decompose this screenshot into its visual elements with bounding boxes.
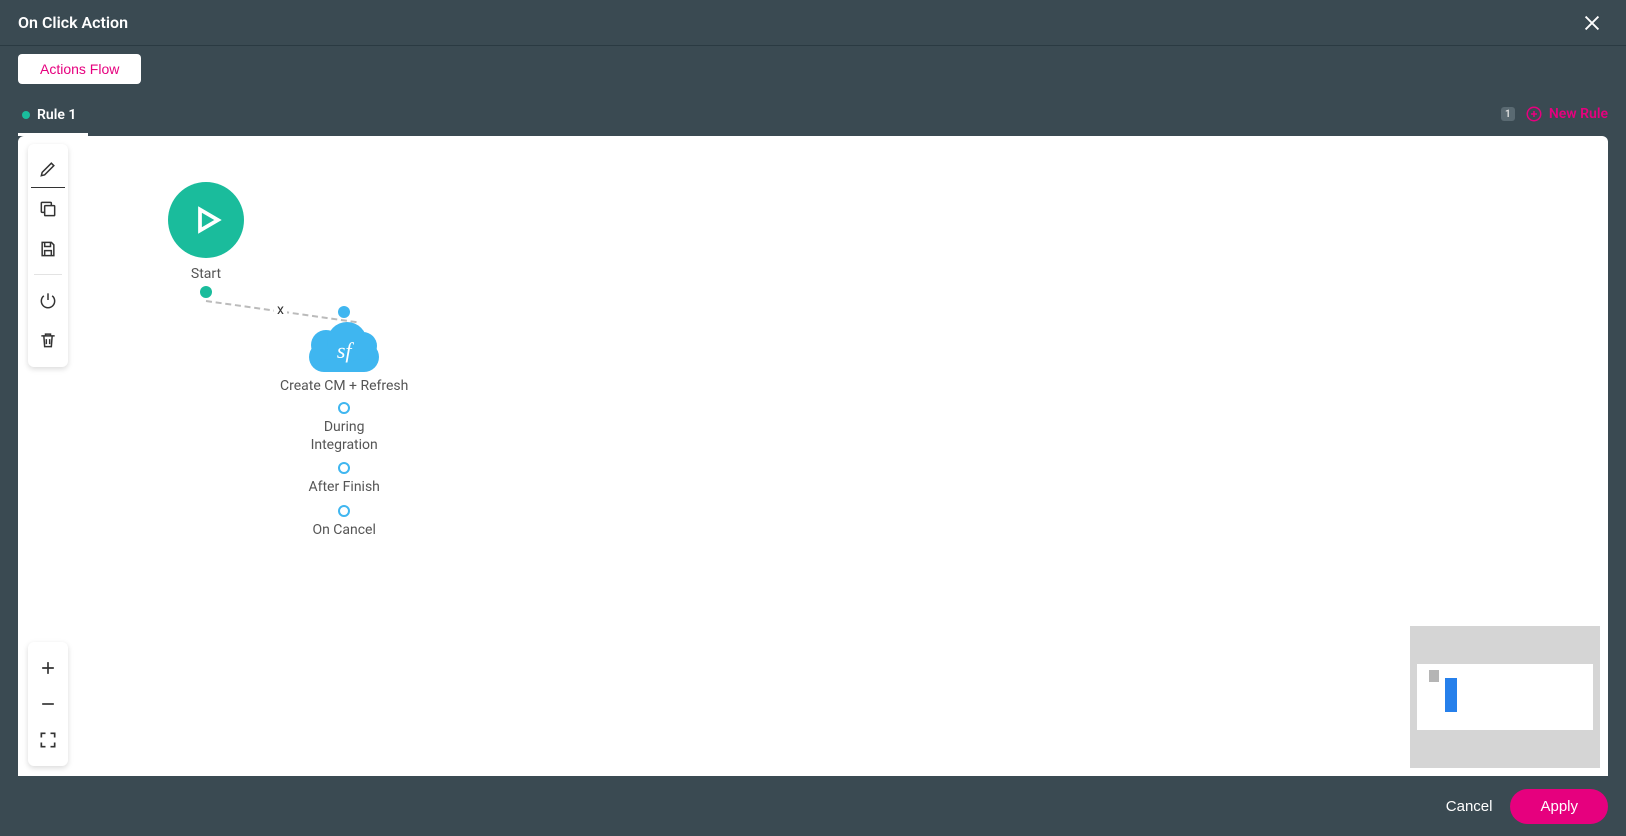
sf-node-input-port[interactable] [338,306,350,318]
cancel-button[interactable]: Cancel [1446,798,1493,815]
toolbar-row: Actions Flow [0,46,1626,92]
actions-flow-button[interactable]: Actions Flow [18,54,141,84]
tabs-list: Rule 1 [18,92,88,136]
sf-sub-port-cancel[interactable] [338,505,350,517]
on-click-action-modal: On Click Action Actions Flow Rule 1 1 Ne… [0,0,1626,836]
minimap[interactable] [1410,626,1600,768]
sf-node-sub-list: During Integration After Finish On Cance… [308,394,379,539]
apply-button[interactable]: Apply [1510,789,1608,824]
start-node-output-port[interactable] [200,286,212,298]
sf-sub-port-after[interactable] [338,462,350,474]
start-node[interactable]: Start [168,182,244,298]
play-icon [188,202,224,238]
modal-title: On Click Action [18,13,128,32]
sf-node-label: Create CM + Refresh [280,378,408,394]
sf-sub-port-during[interactable] [338,402,350,414]
modal-header: On Click Action [0,0,1626,46]
new-rule-button[interactable]: New Rule [1525,105,1608,123]
start-node-circle[interactable] [168,182,244,258]
sf-sub-label-during: During Integration [311,418,378,454]
close-button[interactable] [1578,9,1606,37]
flow-diagram: x Start sf Create CM + Refresh [18,136,1608,776]
tab-label: Rule 1 [37,107,76,123]
tabs-actions: 1 New Rule [1501,105,1608,123]
sf-icon-text: sf [305,338,383,364]
tabs-row: Rule 1 1 New Rule [0,92,1626,136]
new-rule-label: New Rule [1549,106,1608,122]
salesforce-action-node[interactable]: sf Create CM + Refresh During Integratio… [280,306,408,539]
minimap-start-indicator [1429,670,1439,682]
sf-sub-label-after: After Finish [308,478,379,496]
start-node-label: Start [191,266,221,282]
flow-canvas[interactable]: x Start sf Create CM + Refresh [18,136,1608,776]
close-icon [1581,12,1603,34]
sf-sub-label-cancel: On Cancel [312,521,375,539]
salesforce-cloud-icon: sf [305,322,383,372]
modal-footer: Cancel Apply [0,776,1626,836]
plus-circle-icon [1525,105,1543,123]
minimap-sf-indicator [1445,678,1457,712]
minimap-viewport[interactable] [1417,664,1593,730]
rule-count-badge: 1 [1501,107,1515,121]
tab-rule-1[interactable]: Rule 1 [18,97,88,136]
tab-status-dot-icon [22,111,30,119]
